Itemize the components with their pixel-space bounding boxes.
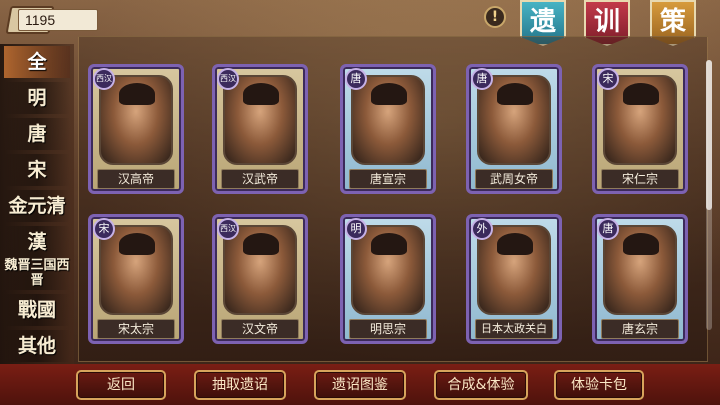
dynasty-item-jin-yuan-qing[interactable]: 金元清: [4, 190, 70, 222]
card-wuzhounvdi[interactable]: 唐 武周女帝: [466, 64, 562, 194]
portrait: [603, 75, 677, 165]
dynasty-badge: 西汉: [93, 68, 115, 90]
dynasty-badge: 唐: [345, 68, 367, 90]
alert-icon[interactable]: !: [484, 6, 506, 28]
portrait: [223, 75, 297, 165]
card-name: 宋太宗: [97, 319, 175, 339]
portrait: [351, 225, 425, 315]
dynasty-badge: 宋: [93, 218, 115, 240]
back-button[interactable]: 返回: [76, 370, 166, 400]
dynasty-item-tang[interactable]: 唐: [4, 118, 70, 150]
dynasty-badge: 明: [345, 218, 367, 240]
edict-codex-button[interactable]: 遗诏图鉴: [314, 370, 406, 400]
card-name: 日本太政关白: [475, 319, 553, 339]
dynasty-item-han[interactable]: 漢: [4, 226, 70, 258]
dynasty-item-other[interactable]: 其他: [4, 330, 70, 362]
card-name: 武周女帝: [475, 169, 553, 189]
card-hanwudi[interactable]: 西汉 汉武帝: [212, 64, 308, 194]
dynasty-badge: 西汉: [217, 68, 239, 90]
scroll-thumb[interactable]: [706, 60, 712, 210]
trial-pack-button[interactable]: 体验卡包: [554, 370, 644, 400]
card-name: 明思宗: [349, 319, 427, 339]
compose-trial-button[interactable]: 合成&体验: [434, 370, 528, 400]
portrait: [351, 75, 425, 165]
portrait: [99, 225, 173, 315]
scrollbar[interactable]: [706, 60, 712, 330]
portrait: [477, 225, 551, 315]
card-name: 唐宣宗: [349, 169, 427, 189]
card-tangxuanzong[interactable]: 唐 唐宣宗: [340, 64, 436, 194]
card-name: 唐玄宗: [601, 319, 679, 339]
dynasty-item-song[interactable]: 宋: [4, 154, 70, 186]
portrait: [477, 75, 551, 165]
draw-edict-button[interactable]: 抽取遗诏: [194, 370, 286, 400]
card-songtaizong[interactable]: 宋 宋太宗: [88, 214, 184, 344]
dynasty-badge: 宋: [597, 68, 619, 90]
card-hangaodi[interactable]: 西汉 汉高帝: [88, 64, 184, 194]
dynasty-item-zhanguo[interactable]: 戰國: [4, 294, 70, 326]
card-hanwendi[interactable]: 西汉 汉文帝: [212, 214, 308, 344]
card-tangxuanzong-2[interactable]: 唐 唐玄宗: [592, 214, 688, 344]
portrait: [223, 225, 297, 315]
dynasty-badge: 外: [471, 218, 493, 240]
portrait: [99, 75, 173, 165]
card-name: 宋仁宗: [601, 169, 679, 189]
dynasty-item-all[interactable]: 全: [4, 46, 70, 78]
card-name: 汉高帝: [97, 169, 175, 189]
card-name: 汉文帝: [221, 319, 299, 339]
card-mingsizong[interactable]: 明 明思宗: [340, 214, 436, 344]
dynasty-item-wei-jin[interactable]: 魏晋三国西晋: [4, 258, 70, 290]
portrait: [603, 225, 677, 315]
card-name: 汉武帝: [221, 169, 299, 189]
dynasty-item-ming[interactable]: 明: [4, 82, 70, 114]
card-songrenzong[interactable]: 宋 宋仁宗: [592, 64, 688, 194]
dynasty-badge: 唐: [471, 68, 493, 90]
dynasty-badge: 唐: [597, 218, 619, 240]
dynasty-badge: 西汉: [217, 218, 239, 240]
card-riben-taizheng-guanbai[interactable]: 外 日本太政关白: [466, 214, 562, 344]
currency-value: 1195: [18, 9, 98, 31]
